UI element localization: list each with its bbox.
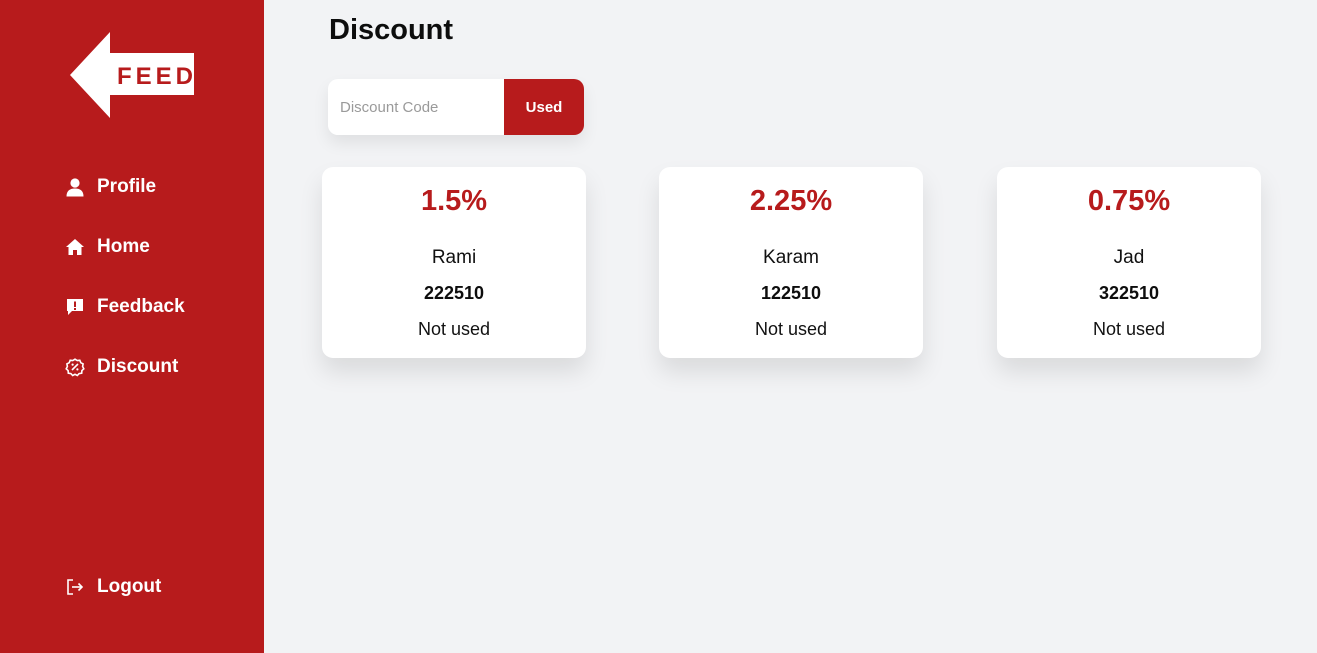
- discount-status: Not used: [754, 319, 828, 339]
- sidebar-item-home[interactable]: Home: [64, 232, 150, 262]
- discount-code: 122510: [760, 283, 822, 303]
- discount-code: 222510: [423, 283, 485, 303]
- sidebar-item-label: Feedback: [97, 296, 185, 317]
- discount-percent: 2.25%: [749, 185, 833, 217]
- logout-button[interactable]: Logout: [64, 572, 161, 602]
- feed-logo[interactable]: [70, 32, 194, 118]
- discount-owner-name: Jad: [1113, 247, 1145, 268]
- sidebar-item-feedback[interactable]: Feedback: [64, 292, 185, 322]
- sidebar-item-discount[interactable]: Discount: [64, 352, 178, 382]
- discount-card: 2.25% Karam 122510 Not used: [659, 167, 923, 358]
- discount-icon: [64, 356, 86, 378]
- discount-percent: 1.5%: [420, 185, 488, 217]
- arrow-logo-icon: [70, 32, 194, 118]
- discount-owner-name: Rami: [431, 247, 477, 268]
- discount-card: 1.5% Rami 222510 Not used: [322, 167, 586, 358]
- sidebar-item-profile[interactable]: Profile: [64, 172, 156, 202]
- logout-icon: [64, 576, 86, 598]
- discount-code-form: Used: [328, 79, 584, 135]
- page-title: Discount: [329, 14, 454, 46]
- sidebar: Profile Home Feedback Discount Logout: [0, 0, 264, 653]
- discount-percent: 0.75%: [1087, 185, 1171, 217]
- used-button[interactable]: Used: [504, 79, 584, 135]
- discount-card: 0.75% Jad 322510 Not used: [997, 167, 1261, 358]
- discount-status: Not used: [1092, 319, 1166, 339]
- discount-code: 322510: [1098, 283, 1160, 303]
- sidebar-item-label: Discount: [97, 356, 179, 377]
- discount-status: Not used: [417, 319, 491, 339]
- user-icon: [64, 176, 86, 198]
- logout-label: Logout: [97, 576, 162, 597]
- discount-code-input[interactable]: [328, 79, 504, 135]
- sidebar-item-label: Home: [97, 236, 150, 257]
- sidebar-item-label: Profile: [97, 176, 157, 197]
- home-icon: [64, 236, 86, 258]
- discount-owner-name: Karam: [763, 247, 819, 268]
- feedback-icon: [64, 296, 86, 318]
